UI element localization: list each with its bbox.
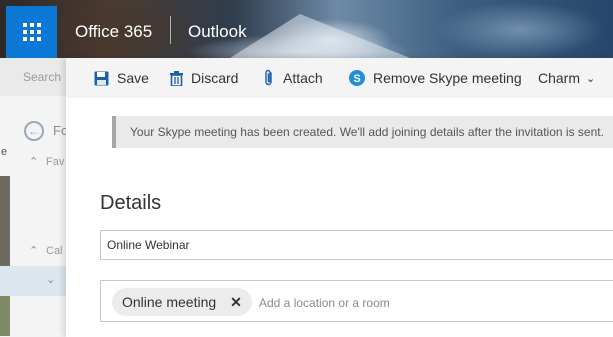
save-label: Save (117, 70, 149, 86)
attach-label: Attach (283, 70, 323, 86)
skype-icon: S (349, 70, 365, 86)
event-title-input[interactable] (100, 230, 613, 260)
chevron-up-icon[interactable]: ⌃ (29, 155, 38, 168)
remove-skype-meeting-button[interactable]: S Remove Skype meeting (349, 69, 522, 87)
folder-pane: Search e ← Fo ⌃ Fav ⌃ Cal ⌄ (0, 58, 68, 337)
paperclip-icon (263, 69, 275, 87)
suite-header: Office 365 Outlook (0, 0, 613, 58)
info-message-text: Your Skype meeting has been created. We'… (130, 125, 604, 139)
chevron-down-icon: ⌄ (586, 72, 596, 85)
chevron-up-icon[interactable]: ⌃ (29, 244, 38, 257)
app-name-link[interactable]: Outlook (188, 22, 247, 42)
chevron-down-icon[interactable]: ⌄ (46, 273, 55, 286)
location-field[interactable]: Online meeting ✕ (100, 280, 613, 322)
charm-dropdown[interactable]: Charm ⌄ (538, 69, 595, 87)
compose-event-panel: Save Discard Attach S Remove Skype meeti… (66, 58, 613, 337)
selected-folder-row[interactable]: ⌄ (0, 266, 66, 296)
location-input[interactable] (257, 292, 561, 314)
waffle-icon (22, 23, 41, 41)
header-divider (170, 16, 171, 44)
svg-text:S: S (353, 73, 360, 85)
save-icon (94, 71, 109, 86)
info-message-bar: Your Skype meeting has been created. We'… (112, 116, 613, 148)
app-launcher-button[interactable] (6, 6, 57, 58)
background-text: e (1, 146, 8, 158)
charm-label: Charm (538, 70, 581, 86)
location-chip-label: Online meeting (122, 294, 217, 310)
close-icon[interactable]: ✕ (230, 294, 242, 311)
remove-skype-label: Remove Skype meeting (373, 70, 522, 86)
favorites-label: Fav (46, 156, 65, 168)
header-background-image (230, 14, 410, 58)
command-bar: Save Discard Attach S Remove Skype meeti… (66, 58, 613, 98)
back-arrow-icon[interactable]: ← (24, 121, 44, 141)
discard-label: Discard (191, 70, 239, 86)
attach-button[interactable]: Attach (263, 69, 323, 87)
trash-icon (170, 70, 183, 86)
search-box[interactable]: Search (0, 58, 66, 96)
location-chip[interactable]: Online meeting ✕ (112, 288, 252, 316)
suite-brand-link[interactable]: Office 365 (75, 22, 152, 42)
search-placeholder: Search (23, 70, 62, 84)
background-strip (0, 176, 10, 266)
details-heading: Details (100, 192, 162, 214)
discard-button[interactable]: Discard (170, 69, 238, 87)
save-button[interactable]: Save (94, 69, 149, 87)
calendars-label: Cal (46, 245, 63, 257)
